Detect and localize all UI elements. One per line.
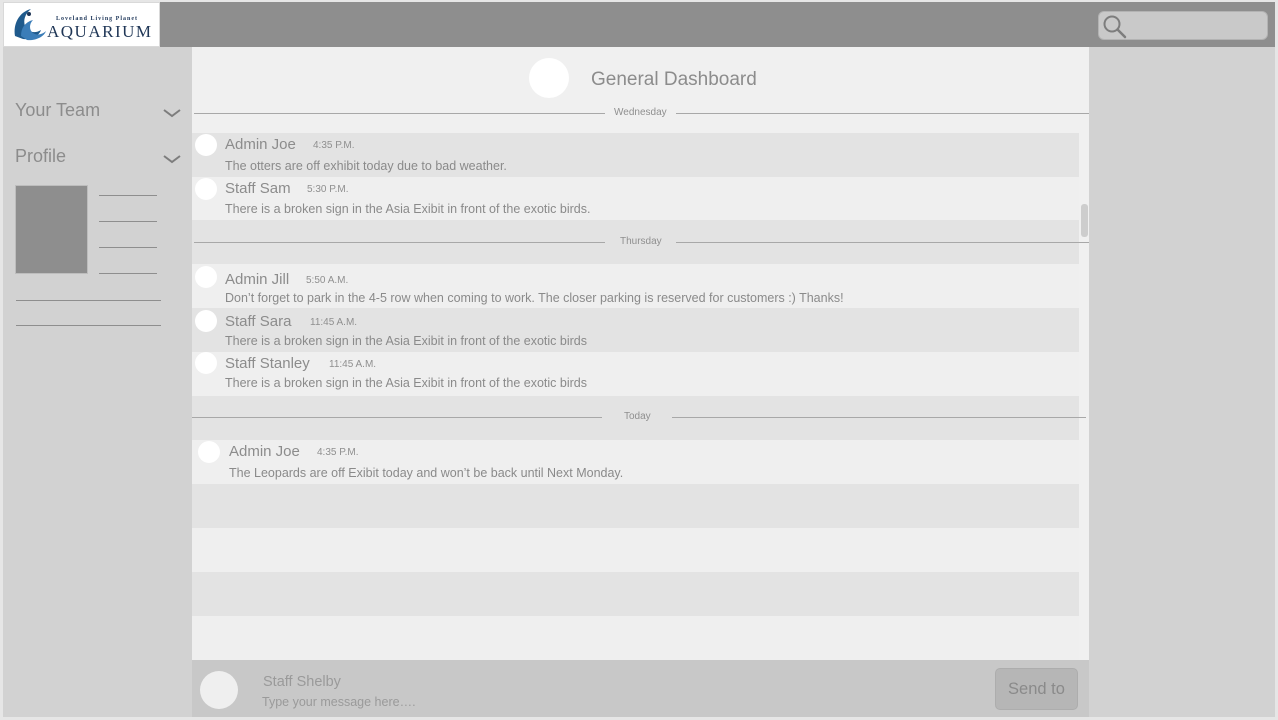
top-bar [3, 2, 1275, 47]
day-divider-line [676, 113, 1089, 114]
empty-row [192, 572, 1079, 616]
profile-field-line [99, 247, 157, 248]
user-avatar [198, 441, 220, 463]
sidebar-item-label: Profile [15, 146, 67, 166]
chevron-down-icon[interactable] [163, 154, 181, 164]
day-label: Wednesday [614, 107, 667, 118]
sidebar-item-profile[interactable]: Profile [15, 146, 66, 167]
right-panel [1089, 47, 1275, 717]
empty-row [192, 484, 1079, 528]
message-author: Admin Joe [229, 443, 300, 460]
profile-field-line [16, 300, 161, 301]
profile-field-line [99, 221, 157, 222]
sidebar-item-your-team[interactable]: Your Team [15, 100, 100, 121]
empty-row [192, 528, 1079, 572]
send-button[interactable]: Send to [995, 668, 1078, 710]
user-avatar [195, 310, 217, 332]
sidebar-item-label: Your Team [15, 100, 101, 120]
message-time: 5:30 P.M. [307, 184, 349, 195]
day-divider-line [194, 113, 605, 114]
profile-field-line [16, 325, 161, 326]
message-author: Admin Joe [225, 136, 296, 153]
dashboard-avatar [529, 58, 569, 98]
user-avatar [195, 178, 217, 200]
message-text: There is a broken sign in the Asia Exibi… [225, 376, 587, 390]
message-text: The otters are off exhibit today due to … [225, 159, 507, 173]
message-feed[interactable]: General Dashboard Wednesday Admin Joe 4:… [192, 47, 1089, 660]
message-author: Staff Sam [225, 180, 291, 197]
composer-author: Staff Shelby [263, 674, 341, 690]
composer-avatar [200, 671, 238, 709]
message-time: 11:45 A.M. [329, 359, 377, 370]
chevron-down-icon[interactable] [163, 108, 181, 118]
sidebar: Your Team Profile [3, 47, 192, 717]
feed-scrollbar[interactable] [1081, 204, 1088, 237]
day-divider-line [192, 417, 602, 418]
search-icon [1103, 15, 1127, 39]
profile-field-line [99, 273, 157, 274]
user-avatar [195, 352, 217, 374]
day-divider-line [194, 242, 605, 243]
page-title: General Dashboard [591, 69, 757, 90]
day-label: Today [624, 411, 651, 422]
message-input[interactable] [262, 693, 962, 711]
empty-row [192, 616, 1079, 660]
message-author: Staff Sara [225, 313, 292, 330]
message-author: Admin Jill [225, 271, 290, 288]
message-time: 4:35 P.M. [317, 447, 359, 458]
profile-field-line [99, 195, 157, 196]
user-avatar [195, 134, 217, 156]
message-text: Don’t forget to park in the 4-5 row when… [225, 291, 844, 305]
message-time: 11:45 A.M. [310, 317, 358, 328]
message-composer: Staff Shelby Send to [192, 660, 1089, 717]
search-box[interactable] [1098, 11, 1268, 40]
message-time: 5:50 A.M. [306, 275, 349, 286]
message-time: 4:35 P.M. [313, 140, 355, 151]
aquarium-logo[interactable]: Loveland Living Planet AQUARIUM [3, 2, 160, 47]
message-text: There is a broken sign in the Asia Exibi… [225, 334, 587, 348]
message-text: There is a broken sign in the Asia Exibi… [225, 202, 591, 216]
day-label: Thursday [620, 236, 662, 247]
dolphin-wave-icon [14, 9, 46, 41]
profile-photo-placeholder [15, 185, 88, 274]
logo-title: AQUARIUM [47, 22, 153, 41]
day-divider-line [672, 417, 1086, 418]
message-author: Staff Stanley [225, 355, 310, 372]
day-divider-line [676, 242, 1089, 243]
message-text: The Leopards are off Exibit today and wo… [229, 466, 624, 480]
user-avatar [195, 266, 217, 288]
